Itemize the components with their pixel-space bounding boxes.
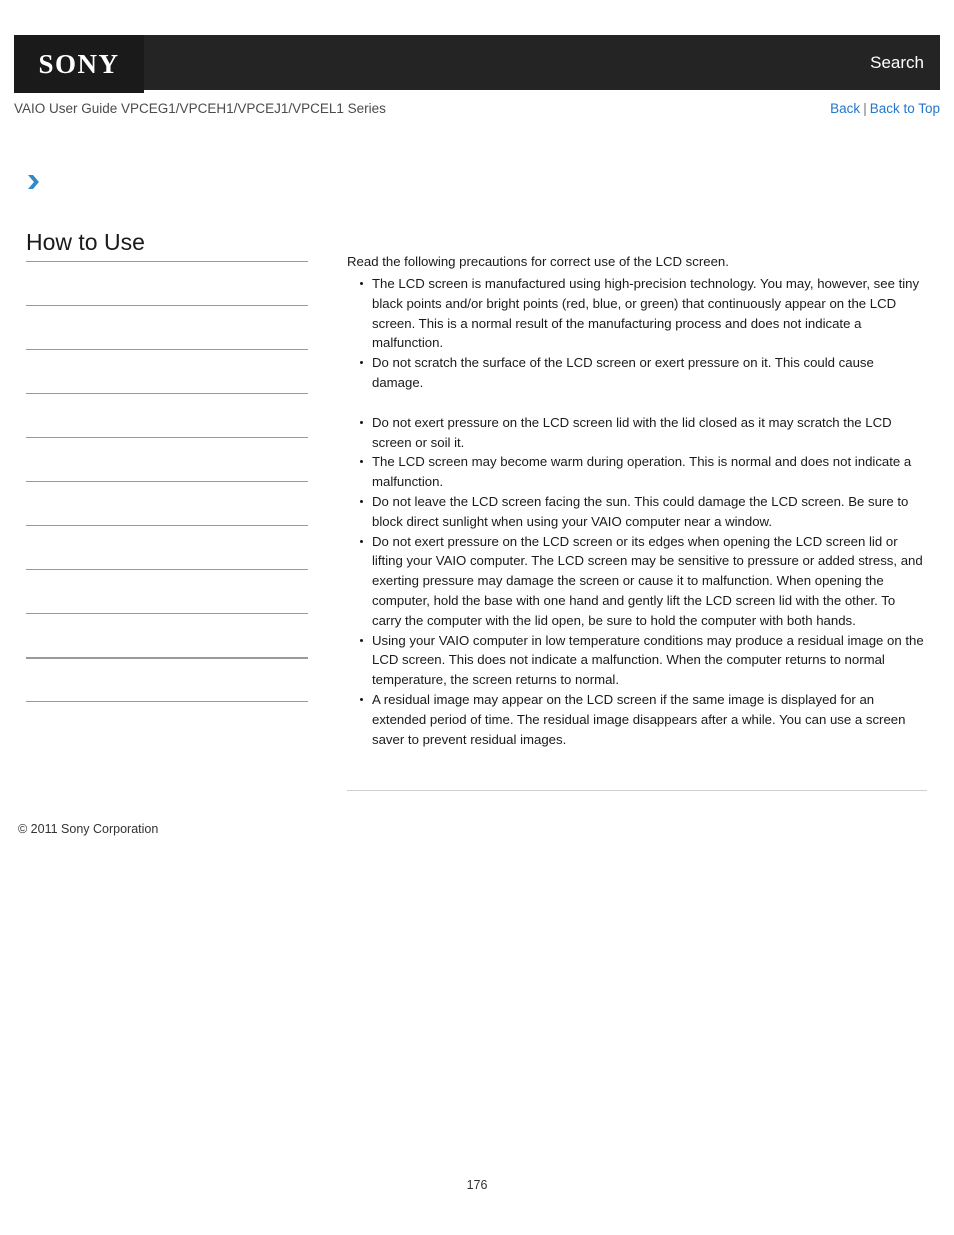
sidebar-item-6[interactable]: [26, 481, 308, 525]
copyright-text: © 2011 Sony Corporation: [18, 822, 159, 836]
search-button[interactable]: Search: [870, 35, 924, 90]
subheader: VAIO User Guide VPCEG1/VPCEH1/VPCEJ1/VPC…: [14, 101, 940, 121]
intro-paragraph: Read the following precautions for corre…: [347, 254, 729, 269]
chevron-right-icon[interactable]: [24, 172, 44, 192]
sony-logo[interactable]: SONY: [14, 35, 144, 93]
search-label: Search: [870, 52, 924, 72]
sony-logo-text: SONY: [38, 48, 120, 79]
sidebar-title: How to Use: [26, 229, 145, 255]
header-nav-links: Back | Back to Top: [830, 101, 940, 116]
page-number: 176: [466, 1178, 488, 1192]
list-item: A residual image may appear on the LCD s…: [347, 690, 927, 749]
list-item: Do not leave the LCD screen facing the s…: [347, 492, 927, 532]
back-link[interactable]: Back: [830, 101, 860, 116]
sidebar-item-4[interactable]: [26, 393, 308, 437]
list-item: Using your VAIO computer in low temperat…: [347, 631, 927, 690]
sidebar-item-1[interactable]: [26, 261, 308, 305]
main-content: Read the following precautions for corre…: [347, 252, 927, 749]
sidebar-item-7[interactable]: [26, 525, 308, 569]
content-divider: [347, 790, 927, 791]
list-item: Do not exert pressure on the LCD screen …: [347, 413, 927, 453]
sidebar-item-10[interactable]: [26, 657, 308, 701]
list-item: The LCD screen may become warm during op…: [347, 452, 927, 492]
guide-title: VAIO User Guide VPCEG1/VPCEH1/VPCEJ1/VPC…: [14, 101, 386, 116]
back-to-top-link[interactable]: Back to Top: [870, 101, 940, 116]
list-item: The LCD screen is manufactured using hig…: [347, 274, 927, 353]
nav-separator: |: [863, 101, 867, 116]
site-header: SONY Search: [14, 35, 940, 93]
sidebar: How to Use: [26, 228, 308, 745]
sidebar-item-8[interactable]: [26, 569, 308, 613]
list-item: Do not exert pressure on the LCD screen …: [347, 532, 927, 631]
sidebar-item-11[interactable]: [26, 701, 308, 745]
sidebar-item-9[interactable]: [26, 613, 308, 657]
sidebar-item-3[interactable]: [26, 349, 308, 393]
list-item: Do not scratch the surface of the LCD sc…: [347, 353, 927, 393]
sidebar-item-2[interactable]: [26, 305, 308, 349]
precautions-list: The LCD screen is manufactured using hig…: [347, 274, 927, 749]
sidebar-item-5[interactable]: [26, 437, 308, 481]
